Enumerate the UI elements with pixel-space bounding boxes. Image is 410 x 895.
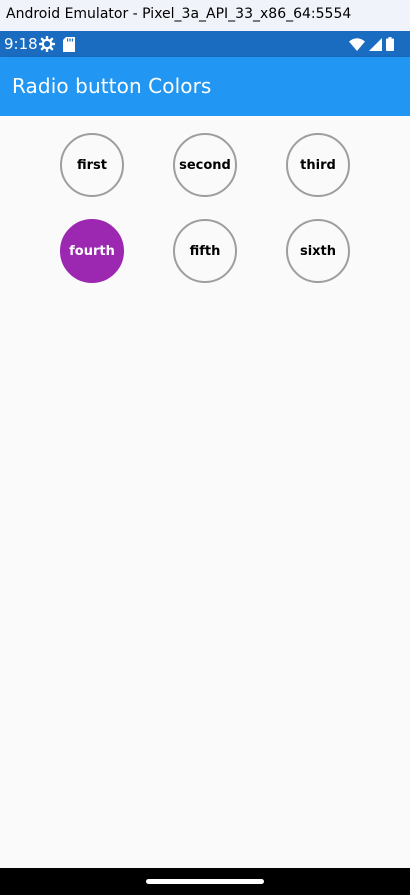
app-bar: Radio button Colors [0, 57, 410, 116]
radio-option-label: sixth [299, 243, 337, 259]
radio-option-label: fifth [189, 243, 221, 259]
android-status-bar: 9:18 [0, 31, 410, 57]
radio-option-first[interactable]: first [60, 133, 124, 197]
cell-signal-icon [369, 37, 382, 56]
battery-icon [386, 37, 394, 56]
settings-gear-icon [38, 35, 56, 57]
radio-option-label: fourth [69, 243, 115, 259]
radio-option-label: second [179, 157, 231, 173]
radio-option-second[interactable]: second [173, 133, 237, 197]
radio-button-group: first second third fourth fifth sixth [60, 133, 350, 283]
page-title: Radio button Colors [12, 74, 212, 98]
system-navigation-bar [0, 868, 410, 895]
status-time: 9:18 [4, 35, 38, 53]
radio-option-third[interactable]: third [286, 133, 350, 197]
radio-option-label: third [300, 157, 336, 173]
main-content: first second third fourth fifth sixth [0, 116, 410, 868]
sd-card-icon [63, 36, 75, 57]
radio-option-fifth[interactable]: fifth [173, 219, 237, 283]
emulator-window-title: Android Emulator - Pixel_3a_API_33_x86_6… [0, 0, 410, 31]
radio-option-sixth[interactable]: sixth [286, 219, 350, 283]
radio-option-fourth[interactable]: fourth [60, 219, 124, 283]
wifi-icon [349, 37, 365, 56]
radio-option-label: first [77, 157, 107, 173]
home-gesture-handle[interactable] [146, 879, 264, 884]
